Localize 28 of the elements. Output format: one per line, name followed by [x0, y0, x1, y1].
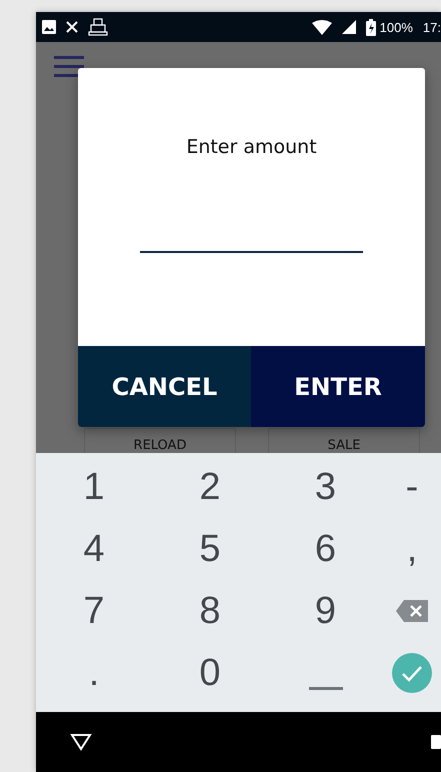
- keypad-key[interactable]: 4: [77, 528, 111, 572]
- battery-percent: 100%: [380, 20, 413, 34]
- signal-icon: [342, 20, 356, 34]
- menu-icon[interactable]: [54, 56, 84, 78]
- keypad-key[interactable]: 5: [193, 528, 227, 572]
- crossed-icon: [66, 21, 78, 33]
- keypad-key[interactable]: 2: [193, 466, 227, 510]
- back-icon[interactable]: [70, 733, 92, 751]
- keypad-key[interactable]: 7: [77, 590, 111, 633]
- keypad-key[interactable]: 0: [193, 652, 227, 695]
- keypad-key[interactable]: ,: [400, 528, 424, 572]
- keypad-key[interactable]: 9: [308, 590, 342, 633]
- backspace-icon[interactable]: [396, 600, 428, 622]
- clock-time: 17:: [422, 20, 441, 34]
- enter-button[interactable]: ENTER: [251, 346, 425, 427]
- keypad-key[interactable]: -: [400, 466, 424, 510]
- battery-icon: [366, 18, 376, 36]
- keypad-key[interactable]: .: [82, 652, 106, 695]
- image-icon: [42, 20, 56, 34]
- dialog-title: Enter amount: [186, 136, 317, 158]
- check-icon[interactable]: [392, 653, 432, 694]
- keypad-key[interactable]: 8: [193, 590, 227, 633]
- wifi-icon: [312, 20, 332, 34]
- keypad-key[interactable]: 6: [308, 528, 342, 572]
- cash-register-icon: [88, 18, 108, 36]
- keypad-key[interactable]: 1: [77, 466, 111, 510]
- keypad-key[interactable]: 3: [308, 466, 342, 510]
- cancel-button[interactable]: CANCEL: [78, 346, 251, 427]
